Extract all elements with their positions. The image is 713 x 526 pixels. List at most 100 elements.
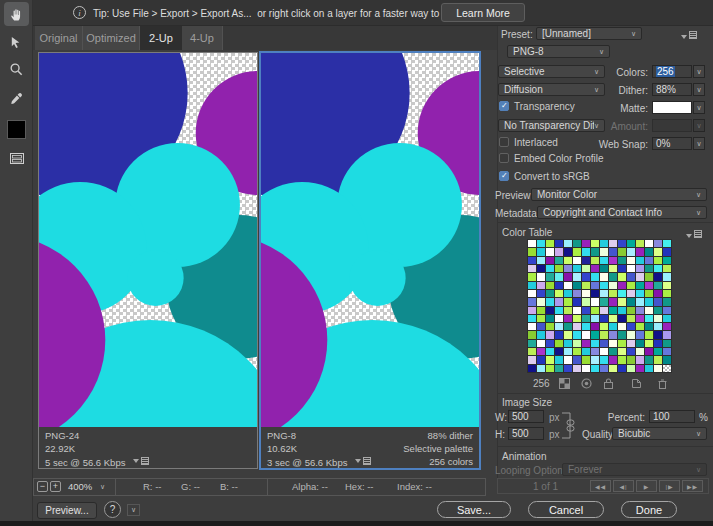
color-swatch[interactable]: [573, 340, 581, 347]
color-swatch[interactable]: [618, 265, 626, 272]
color-swatch[interactable]: [573, 273, 581, 280]
color-swatch[interactable]: [564, 282, 572, 289]
dither-method-dropdown[interactable]: Diffusion: [498, 83, 605, 96]
color-swatch[interactable]: [600, 248, 608, 255]
color-swatch[interactable]: [537, 340, 545, 347]
color-swatch[interactable]: [564, 323, 572, 330]
color-swatch[interactable]: [537, 265, 545, 272]
color-swatch[interactable]: [600, 265, 608, 272]
color-swatch[interactable]: [636, 348, 644, 355]
color-swatch[interactable]: [591, 365, 599, 372]
color-swatch[interactable]: [582, 248, 590, 255]
color-swatch[interactable]: [636, 356, 644, 363]
pane-menu-icon[interactable]: [355, 455, 371, 466]
color-swatch[interactable]: [546, 248, 554, 255]
color-swatch[interactable]: [636, 248, 644, 255]
lock-color-icon[interactable]: [603, 378, 614, 389]
color-swatch[interactable]: [654, 257, 662, 264]
color-swatch[interactable]: [636, 282, 644, 289]
color-swatch[interactable]: [564, 356, 572, 363]
color-swatch[interactable]: [582, 331, 590, 338]
color-swatch[interactable]: [582, 257, 590, 264]
color-swatch[interactable]: [663, 265, 671, 272]
color-swatch[interactable]: [609, 240, 617, 247]
color-swatch[interactable]: [618, 365, 626, 372]
metadata-dropdown[interactable]: Copyright and Contact Info: [537, 206, 707, 219]
color-swatch[interactable]: [591, 315, 599, 322]
color-swatch[interactable]: [564, 315, 572, 322]
color-swatch[interactable]: [528, 365, 536, 372]
color-swatch[interactable]: [600, 282, 608, 289]
color-swatch[interactable]: [582, 265, 590, 272]
color-swatch[interactable]: [618, 348, 626, 355]
foreground-color-swatch[interactable]: [7, 120, 26, 139]
color-swatch[interactable]: [600, 340, 608, 347]
color-swatch[interactable]: [555, 298, 563, 305]
color-swatch[interactable]: [645, 265, 653, 272]
color-swatch[interactable]: [546, 307, 554, 314]
color-swatch[interactable]: [636, 240, 644, 247]
color-swatch[interactable]: [573, 323, 581, 330]
color-swatch[interactable]: [627, 240, 635, 247]
color-swatch[interactable]: [618, 315, 626, 322]
color-swatch[interactable]: [528, 248, 536, 255]
matte-chevron[interactable]: [693, 101, 705, 114]
color-swatch[interactable]: [528, 356, 536, 363]
color-swatch[interactable]: [663, 257, 671, 264]
color-swatch[interactable]: [627, 290, 635, 297]
color-swatch[interactable]: [600, 315, 608, 322]
format-dropdown[interactable]: PNG-8: [507, 45, 610, 58]
color-swatch[interactable]: [582, 240, 590, 247]
zoom-chevron-icon[interactable]: [100, 483, 105, 491]
color-swatch[interactable]: [573, 315, 581, 322]
color-swatch[interactable]: [600, 257, 608, 264]
color-swatch[interactable]: [591, 240, 599, 247]
color-swatch[interactable]: [600, 331, 608, 338]
color-swatch[interactable]: [546, 348, 554, 355]
slice-select-tool[interactable]: [4, 30, 29, 54]
height-input[interactable]: 500: [508, 427, 544, 440]
color-swatch[interactable]: [645, 348, 653, 355]
color-swatch[interactable]: [600, 290, 608, 297]
next-frame-button[interactable]: |▶: [659, 480, 680, 492]
color-swatch[interactable]: [663, 331, 671, 338]
colors-chevron[interactable]: [693, 65, 705, 78]
color-swatch[interactable]: [600, 348, 608, 355]
color-swatch[interactable]: [636, 323, 644, 330]
color-swatch[interactable]: [591, 282, 599, 289]
color-swatch[interactable]: [573, 248, 581, 255]
color-swatch[interactable]: [546, 265, 554, 272]
color-swatch[interactable]: [654, 331, 662, 338]
percent-input[interactable]: 100: [649, 410, 695, 423]
embed-color-profile-checkbox[interactable]: [499, 153, 509, 163]
color-swatch[interactable]: [627, 356, 635, 363]
color-swatch[interactable]: [528, 315, 536, 322]
color-swatch[interactable]: [645, 240, 653, 247]
color-swatch[interactable]: [618, 307, 626, 314]
color-swatch[interactable]: [564, 273, 572, 280]
color-swatch[interactable]: [645, 290, 653, 297]
color-swatch[interactable]: [528, 240, 536, 247]
color-swatch[interactable]: [654, 298, 662, 305]
color-swatch[interactable]: [600, 273, 608, 280]
last-frame-button[interactable]: ▶▶: [682, 480, 703, 492]
color-swatch[interactable]: [645, 282, 653, 289]
color-swatch[interactable]: [609, 257, 617, 264]
preview-in-browser-button[interactable]: Preview...: [37, 502, 97, 519]
color-swatch[interactable]: [546, 340, 554, 347]
color-swatch[interactable]: [591, 340, 599, 347]
hand-tool[interactable]: [4, 2, 29, 26]
tab-optimized[interactable]: Optimized: [83, 26, 140, 50]
color-swatch[interactable]: [537, 298, 545, 305]
color-swatch[interactable]: [627, 248, 635, 255]
web-snap-input[interactable]: 0%: [652, 137, 692, 150]
color-swatch[interactable]: [591, 298, 599, 305]
color-swatch[interactable]: [636, 257, 644, 264]
color-swatch[interactable]: [582, 307, 590, 314]
color-swatch[interactable]: [618, 331, 626, 338]
color-swatch[interactable]: [663, 340, 671, 347]
color-swatch[interactable]: [573, 356, 581, 363]
color-swatch[interactable]: [600, 323, 608, 330]
color-swatch[interactable]: [609, 282, 617, 289]
color-swatch[interactable]: [582, 298, 590, 305]
